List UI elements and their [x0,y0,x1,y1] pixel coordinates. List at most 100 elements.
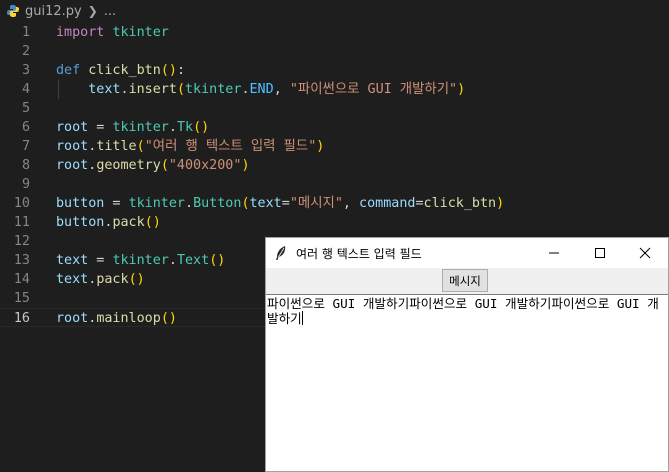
code-line[interactable]: 5 [0,99,669,118]
python-file-icon [7,5,19,17]
line-number: 5 [21,101,30,116]
code-text: root = tkinter.Tk() [56,118,209,137]
line-number: 4 [21,82,30,97]
code-line[interactable]: 7 root.title("여러 행 텍스트 입력 필드") [0,137,669,156]
code-token: = [104,196,129,211]
line-number: 13 [13,253,30,268]
code-token: insert [128,82,177,97]
code-token: button [56,196,105,211]
code-token: ( [136,139,145,154]
code-token: : [176,63,185,78]
code-text: root.geometry("400x200") [56,156,250,175]
code-text: import tkinter [56,23,169,42]
code-token: () [209,253,226,268]
code-token: import [56,25,105,40]
line-number: 14 [13,272,30,287]
minimize-button[interactable] [531,238,577,268]
line-number: 6 [21,120,30,135]
minimize-icon [549,252,559,254]
code-token: = [88,253,113,268]
code-token: ) [496,196,505,211]
code-token: def [56,63,81,78]
code-token: "여러 행 텍스트 입력 필드" [144,139,317,154]
window-titlebar[interactable]: 여러 행 텍스트 입력 필드 [266,238,668,268]
line-number: 7 [21,139,30,154]
breadcrumb-file[interactable]: gui12.py [25,4,82,19]
close-icon [639,247,651,259]
breadcrumb: gui12.py ❯ ... [0,0,669,22]
line-number: 12 [13,234,30,249]
tk-window: 여러 행 텍스트 입력 필드 메시지 파이썬으로 GUI 개발하기파이썬으로 G… [265,237,669,472]
code-line[interactable]: 3 def click_btn(): [0,61,669,80]
code-line[interactable]: 1 import tkinter [0,23,669,42]
code-token: "파이썬으로 GUI 개발하기" [289,82,458,97]
code-token: ) [241,158,250,173]
code-token: text [249,196,282,211]
code-text: button.pack() [56,213,161,232]
code-line[interactable]: 6 root = tkinter.Tk() [0,118,669,137]
code-token: ) [457,82,466,97]
code-token: Text [176,253,210,268]
code-line[interactable]: 11 button.pack() [0,213,669,232]
code-token: pack [112,215,145,230]
code-token: , [342,196,360,211]
code-token: = [88,120,113,135]
code-token: . [168,253,177,268]
code-line[interactable]: 10 button = tkinter.Button(text="메시지", co… [0,194,669,213]
text-field[interactable]: 파이썬으로 GUI 개발하기파이썬으로 GUI 개발하기파이썬으로 GUI 개발… [266,294,668,471]
code-text: root.title("여러 행 텍스트 입력 필드") [56,137,324,156]
line-number: 15 [13,291,30,306]
code-token: root [56,139,89,154]
code-token: ( [176,82,185,97]
code-token: Tk [176,120,194,135]
code-token: pack [96,272,129,287]
text-caret [301,311,303,325]
code-line[interactable]: 4 text.insert(tkinter.END, "파이썬으로 GUI 개발… [0,80,669,99]
maximize-button[interactable] [577,238,623,268]
code-token: title [96,139,137,154]
code-token: ( [241,196,250,211]
code-token: = [415,196,424,211]
code-token: Button [193,196,242,211]
code-token: mainloop [96,311,161,326]
code-line[interactable]: 9 [0,175,669,194]
code-token: () [144,215,161,230]
code-token: . [241,82,250,97]
code-line[interactable]: 8 root.geometry("400x200") [0,156,669,175]
feather-icon [276,246,286,260]
code-token: ( [160,158,169,173]
code-token: () [160,63,177,78]
line-number: 9 [21,177,30,192]
code-token: click_btn [423,196,497,211]
code-text: text.pack() [56,270,145,289]
code-token: , [273,82,290,97]
code-token: () [193,120,210,135]
code-token: text [88,82,121,97]
line-number: 16 [13,311,30,326]
code-token: click_btn [88,63,161,78]
code-token: root [56,311,89,326]
breadcrumb-trail[interactable]: ... [104,4,116,19]
code-line[interactable]: 2 [0,42,669,61]
code-text: text = tkinter.Text() [56,251,225,270]
line-number: 2 [21,44,30,59]
code-text: def click_btn(): [56,61,185,80]
code-text: button = tkinter.Button(text="메시지", comm… [56,194,504,213]
line-number: 11 [13,215,30,230]
line-number: 1 [21,25,30,40]
line-number: 3 [21,63,30,78]
chevron-right-icon: ❯ [87,4,98,18]
window-title: 여러 행 텍스트 입력 필드 [296,246,422,261]
message-button[interactable]: 메시지 [442,269,488,292]
code-token: "메시지" [289,196,343,211]
code-token: text [56,253,89,268]
window-body: 메시지 파이썬으로 GUI 개발하기파이썬으로 GUI 개발하기파이썬으로 GU… [266,268,668,471]
code-token: . [120,82,129,97]
code-token: tkinter [112,25,169,40]
code-text: text.insert(tkinter.END, "파이썬으로 GUI 개발하기… [56,80,465,99]
code-text: root.mainloop() [56,309,177,328]
code-token: () [160,311,177,326]
close-button[interactable] [622,238,668,268]
code-token: tkinter [112,253,169,268]
